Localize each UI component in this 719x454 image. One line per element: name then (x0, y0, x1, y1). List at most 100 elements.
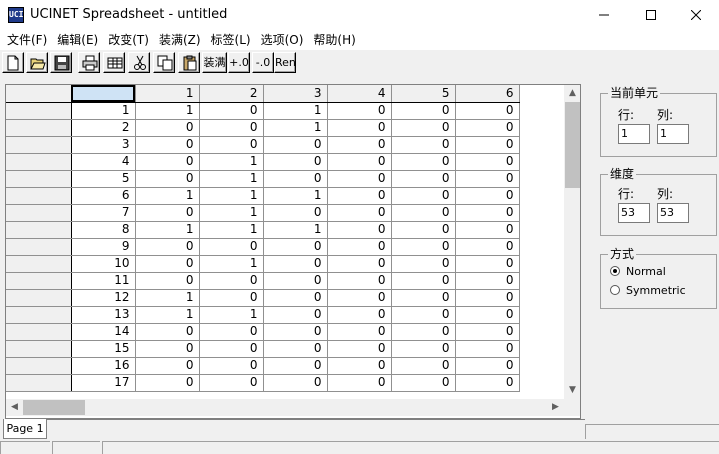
minimize-button[interactable] (581, 0, 627, 30)
data-cell[interactable]: 1 (263, 221, 328, 239)
data-cell[interactable]: 1 (263, 187, 328, 205)
data-cell[interactable]: 0 (391, 272, 456, 290)
data-cell[interactable]: 0 (327, 306, 392, 324)
data-cell[interactable]: 0 (135, 238, 200, 256)
menu-labels[interactable]: 标签(L) (207, 30, 257, 50)
data-cell[interactable]: 0 (327, 153, 392, 171)
data-cell[interactable]: 0 (327, 272, 392, 290)
data-cell[interactable]: 0 (391, 170, 456, 188)
data-cell[interactable]: 0 (135, 357, 200, 375)
copy-button[interactable] (153, 52, 175, 73)
data-cell[interactable]: 0 (199, 272, 264, 290)
data-cell[interactable]: 0 (263, 340, 328, 358)
data-cell[interactable]: 1 (199, 153, 264, 171)
data-cell[interactable]: 0 (391, 187, 456, 205)
row-label-cell[interactable] (6, 272, 72, 290)
horizontal-scroll-thumb[interactable] (23, 400, 85, 415)
menu-help[interactable]: 帮助(H) (309, 30, 361, 50)
data-cell[interactable]: 0 (199, 374, 264, 392)
data-cell[interactable]: 0 (455, 238, 520, 256)
current-row-input[interactable]: 1 (618, 124, 650, 144)
row-label[interactable]: 5 (71, 170, 136, 188)
data-cell[interactable]: 0 (455, 374, 520, 392)
column-header[interactable]: 6 (455, 85, 520, 103)
mode-symmetric-option[interactable]: Symmetric (610, 284, 686, 298)
data-cell[interactable]: 0 (327, 102, 392, 120)
row-label-cell[interactable] (6, 340, 72, 358)
data-cell[interactable]: 0 (327, 119, 392, 137)
data-cell[interactable]: 0 (135, 153, 200, 171)
cut-button[interactable] (128, 52, 150, 73)
data-cell[interactable]: 0 (327, 238, 392, 256)
data-cell[interactable]: 1 (199, 221, 264, 239)
data-cell[interactable]: 0 (327, 289, 392, 307)
data-cell[interactable]: 0 (135, 340, 200, 358)
current-col-input[interactable]: 1 (657, 124, 689, 144)
menu-fill[interactable]: 装满(Z) (155, 30, 207, 50)
dimensions-col-input[interactable]: 53 (657, 203, 689, 223)
data-cell[interactable]: 0 (455, 289, 520, 307)
data-cell[interactable]: 0 (327, 357, 392, 375)
menu-options[interactable]: 选项(O) (257, 30, 310, 50)
data-cell[interactable]: 0 (455, 204, 520, 222)
data-cell[interactable]: 0 (135, 374, 200, 392)
new-button[interactable] (2, 52, 24, 73)
row-label[interactable]: 8 (71, 221, 136, 239)
paste-button[interactable] (178, 52, 200, 73)
row-label-cell[interactable] (6, 119, 72, 137)
data-cell[interactable]: 0 (199, 289, 264, 307)
data-cell[interactable]: 1 (199, 204, 264, 222)
data-cell[interactable]: 0 (263, 357, 328, 375)
row-label[interactable]: 2 (71, 119, 136, 137)
data-cell[interactable]: 1 (135, 187, 200, 205)
rename-button[interactable]: Ren (274, 52, 296, 73)
row-label-cell[interactable] (6, 289, 72, 307)
data-cell[interactable]: 0 (135, 119, 200, 137)
data-cell[interactable]: 0 (391, 306, 456, 324)
data-cell[interactable]: 1 (199, 170, 264, 188)
scroll-right-icon[interactable]: ▶ (547, 399, 564, 416)
row-label-cell[interactable] (6, 187, 72, 205)
data-cell[interactable]: 1 (199, 187, 264, 205)
row-label[interactable]: 4 (71, 153, 136, 171)
data-cell[interactable]: 0 (199, 102, 264, 120)
minus-decimal-button[interactable]: -.0 (252, 52, 274, 73)
row-label[interactable]: 9 (71, 238, 136, 256)
row-label-cell[interactable] (6, 153, 72, 171)
data-cell[interactable]: 0 (263, 255, 328, 273)
radio-selected-icon[interactable] (610, 266, 620, 276)
data-cell[interactable]: 0 (135, 272, 200, 290)
maximize-button[interactable] (628, 0, 674, 30)
row-label-cell[interactable] (6, 204, 72, 222)
data-cell[interactable]: 0 (263, 374, 328, 392)
data-cell[interactable]: 0 (263, 204, 328, 222)
data-cell[interactable]: 0 (327, 170, 392, 188)
data-cell[interactable]: 1 (135, 289, 200, 307)
data-cell[interactable]: 0 (391, 153, 456, 171)
data-cell[interactable]: 0 (263, 306, 328, 324)
data-cell[interactable]: 0 (327, 374, 392, 392)
vertical-scrollbar[interactable]: ▲ ▼ (564, 85, 580, 399)
row-label[interactable]: 3 (71, 136, 136, 154)
row-label-cell[interactable] (6, 238, 72, 256)
data-cell[interactable]: 0 (391, 323, 456, 341)
data-cell[interactable]: 1 (135, 221, 200, 239)
mode-normal-option[interactable]: Normal (610, 265, 666, 279)
row-label-cell[interactable] (6, 170, 72, 188)
data-cell[interactable]: 0 (327, 255, 392, 273)
data-cell[interactable]: 0 (391, 119, 456, 137)
row-label[interactable]: 11 (71, 272, 136, 290)
row-label[interactable]: 12 (71, 289, 136, 307)
row-label[interactable]: 15 (71, 340, 136, 358)
data-cell[interactable]: 0 (135, 323, 200, 341)
row-label-cell[interactable] (6, 255, 72, 273)
row-label[interactable]: 14 (71, 323, 136, 341)
row-label[interactable]: 10 (71, 255, 136, 273)
data-cell[interactable]: 0 (199, 323, 264, 341)
data-cell[interactable]: 0 (391, 221, 456, 239)
menu-transform[interactable]: 改变(T) (104, 30, 155, 50)
data-cell[interactable]: 0 (199, 119, 264, 137)
data-cell[interactable]: 0 (135, 255, 200, 273)
data-cell[interactable]: 0 (199, 238, 264, 256)
column-header[interactable]: 5 (391, 85, 456, 103)
